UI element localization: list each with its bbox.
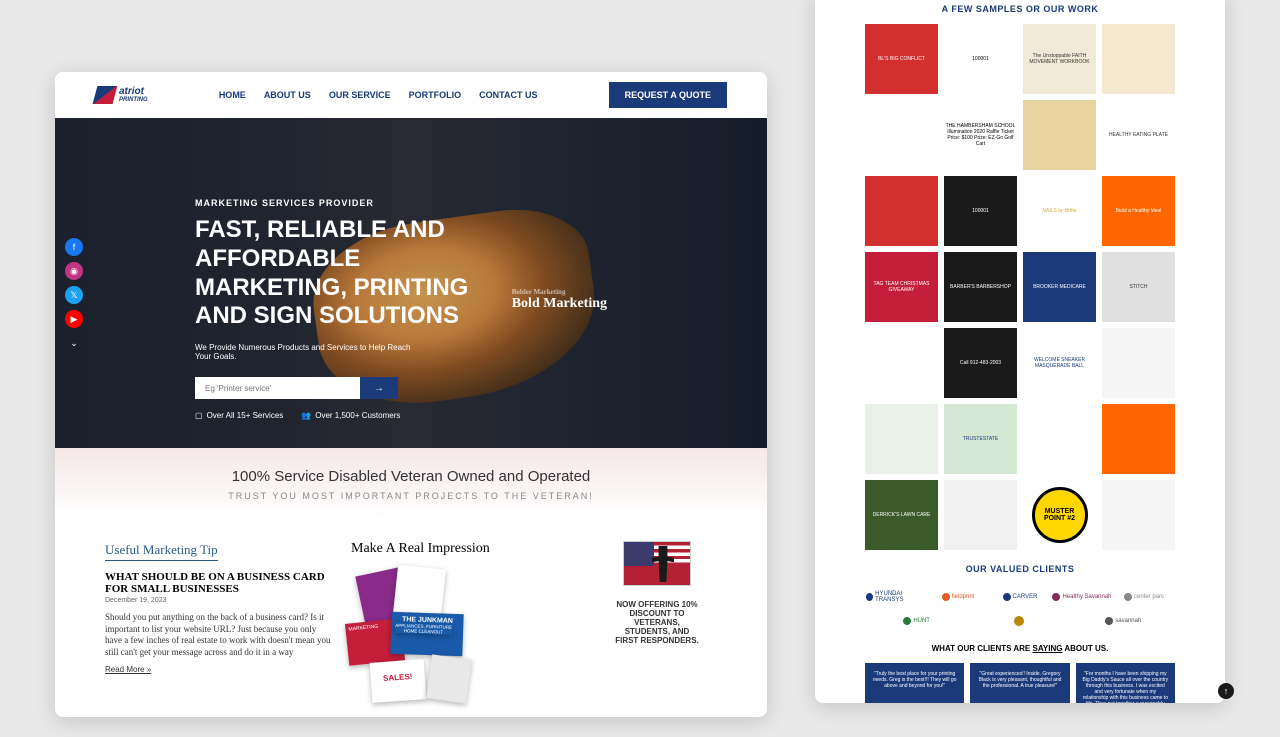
sample-thumb[interactable] xyxy=(865,404,938,474)
top-nav: atriot PRINTING HOME ABOUT US OUR SERVIC… xyxy=(55,72,767,118)
request-quote-button[interactable]: REQUEST A QUOTE xyxy=(609,82,727,108)
sample-thumb[interactable] xyxy=(1023,404,1096,474)
sample-thumb[interactable] xyxy=(944,480,1017,550)
testimonials-row: "Truly the best place for your printing … xyxy=(815,663,1225,703)
sample-thumb[interactable] xyxy=(865,328,938,398)
sample-thumb[interactable] xyxy=(865,100,938,170)
flag-salute-image xyxy=(623,541,691,586)
nav-about[interactable]: ABOUT US xyxy=(264,90,311,100)
promo-col: NOW OFFERING 10% DISCOUNT TO VETERANS, S… xyxy=(597,541,717,715)
samples-title: A FEW SAMPLES OR OUR WORK xyxy=(815,4,1225,14)
client-logo: savannah xyxy=(1093,614,1153,628)
sample-thumb[interactable]: TRUSTESTATE xyxy=(944,404,1017,474)
sample-thumb[interactable] xyxy=(1102,480,1175,550)
logo-mark-icon xyxy=(93,86,118,104)
sample-thumb[interactable]: HEALTHY EATING PLATE xyxy=(1102,100,1175,170)
marketing-tip-col: Useful Marketing Tip WHAT SHOULD BE ON A… xyxy=(105,541,331,715)
client-logo: HYUNDAI TRANSYS xyxy=(866,590,926,604)
testimonial-card: "Great experiences!! Inside. Gregory Bla… xyxy=(970,663,1069,703)
hero-stats: ▢ Over All 15+ Services 👥 Over 1,500+ Cu… xyxy=(195,411,495,420)
impress-heading: Make A Real Impression xyxy=(351,541,577,557)
instagram-icon[interactable]: ◉ xyxy=(65,262,83,280)
logo-text: atriot PRINTING xyxy=(119,87,148,103)
sample-thumb[interactable]: MUSTER POINT #2 xyxy=(1032,487,1088,543)
read-more-link[interactable]: Read More » xyxy=(105,665,151,674)
sample-thumb[interactable]: 100001 xyxy=(944,24,1017,94)
website-hero-card: atriot PRINTING HOME ABOUT US OUR SERVIC… xyxy=(55,72,767,717)
promo-line: NOW OFFERING 10% xyxy=(597,600,717,609)
testimonials-title: WHAT OUR CLIENTS ARE SAYING ABOUT US. xyxy=(815,644,1225,653)
sample-thumb[interactable]: STITCH xyxy=(1102,252,1175,322)
sample-thumb[interactable]: BROOKER MEDICARE xyxy=(1023,252,1096,322)
sample-thumb[interactable]: WELCOME SNEAKER MASQUERADE BALL xyxy=(1023,328,1096,398)
sample-thumb[interactable]: NAILS by Britte xyxy=(1023,176,1096,246)
hero-subtitle: We Provide Numerous Products and Service… xyxy=(195,343,415,361)
arrow-down-icon[interactable]: ⌄ xyxy=(65,334,83,352)
search-button[interactable]: → xyxy=(360,377,398,399)
client-logo: fieldprint xyxy=(928,590,988,604)
stat-customers: 👥 Over 1,500+ Customers xyxy=(301,411,400,420)
hero-section: f ◉ 𝕏 ▶ ⌄ MARKETING SERVICES PROVIDER FA… xyxy=(55,118,767,448)
scroll-top-button[interactable]: ↑ xyxy=(1218,683,1234,699)
client-logo: Healthy Savannah xyxy=(1052,590,1112,604)
testimonial-card: "Truly the best place for your printing … xyxy=(865,663,964,703)
tip-body: Should you put anything on the back of a… xyxy=(105,612,331,659)
sample-thumb[interactable]: BARBER'S BARBERSHOP xyxy=(944,252,1017,322)
clients-logos: HYUNDAI TRANSYSfieldprintCARVERHealthy S… xyxy=(815,584,1225,634)
logo[interactable]: atriot PRINTING xyxy=(95,86,148,104)
promo-line: VETERANS, xyxy=(597,618,717,627)
search-form: → xyxy=(195,377,495,399)
client-logo: center parc xyxy=(1114,590,1174,604)
promo-line: STUDENTS, AND xyxy=(597,627,717,636)
facebook-icon[interactable]: f xyxy=(65,238,83,256)
samples-gallery: BL'S BIG CONFLICT100001The Unstoppable F… xyxy=(815,24,1225,550)
promo-line: DISCOUNT TO xyxy=(597,609,717,618)
sample-thumb[interactable]: The Unstoppable FAITH MOVEMENT WORKBOOK xyxy=(1023,24,1096,94)
website-lower-card: A FEW SAMPLES OR OUR WORK BL'S BIG CONFL… xyxy=(815,0,1225,703)
testimonial-card: "For months I have been shipping my Big … xyxy=(1076,663,1175,703)
veteran-banner: 100% Service Disabled Veteran Owned and … xyxy=(55,448,767,521)
sample-thumb[interactable]: 100001 xyxy=(944,176,1017,246)
clients-title: OUR VALUED CLIENTS xyxy=(815,564,1225,574)
search-input[interactable] xyxy=(195,377,360,399)
hero-title: FAST, RELIABLE AND AFFORDABLE MARKETING,… xyxy=(195,216,495,331)
bold-marketing-overlay: Bolder Marketing Bold Marketing xyxy=(512,288,607,312)
nav-links: HOME ABOUT US OUR SERVICE PORTFOLIO CONT… xyxy=(219,90,538,100)
sample-thumb[interactable]: Build a Healthy Meal xyxy=(1102,176,1175,246)
sample-thumb[interactable]: BL'S BIG CONFLICT xyxy=(865,24,938,94)
nav-service[interactable]: OUR SERVICE xyxy=(329,90,391,100)
nav-home[interactable]: HOME xyxy=(219,90,246,100)
youtube-icon[interactable]: ▶ xyxy=(65,310,83,328)
sample-thumb[interactable] xyxy=(1102,328,1175,398)
hero-content: MARKETING SERVICES PROVIDER FAST, RELIAB… xyxy=(195,198,495,420)
tip-heading: Useful Marketing Tip xyxy=(105,542,218,561)
banner-subtitle: TRUST YOU MOST IMPORTANT PROJECTS TO THE… xyxy=(75,491,747,501)
tip-title: WHAT SHOULD BE ON A BUSINESS CARD FOR SM… xyxy=(105,571,331,595)
banner-title: 100% Service Disabled Veteran Owned and … xyxy=(75,468,747,485)
social-rail: f ◉ 𝕏 ▶ ⌄ xyxy=(65,238,83,352)
sample-thumb[interactable]: TAG TEAM CHRISTMAS GIVEAWAY xyxy=(865,252,938,322)
sample-thumb[interactable]: DERRICK'S LAWN CARE xyxy=(865,480,938,550)
print-collage: MARKETING THE JUNKMANAPPLIANCES, FURNITU… xyxy=(351,565,491,715)
nav-contact[interactable]: CONTACT US xyxy=(479,90,537,100)
client-logo: HUNT xyxy=(887,614,947,628)
sample-thumb[interactable] xyxy=(1023,100,1096,170)
twitter-icon[interactable]: 𝕏 xyxy=(65,286,83,304)
content-row: Useful Marketing Tip WHAT SHOULD BE ON A… xyxy=(55,521,767,717)
client-logo: CARVER xyxy=(990,590,1050,604)
impression-col: Make A Real Impression MARKETING THE JUN… xyxy=(351,541,577,715)
promo-line: FIRST RESPONDERS. xyxy=(597,636,717,645)
sample-thumb[interactable] xyxy=(1102,404,1175,474)
sample-thumb[interactable]: Call 912-483-2003 xyxy=(944,328,1017,398)
tip-date: December 19, 2023 xyxy=(105,597,331,604)
nav-portfolio[interactable]: PORTFOLIO xyxy=(409,90,462,100)
sample-thumb[interactable]: THE HAMBERSHAM SCHOOL Illumination 2020 … xyxy=(944,100,1017,170)
sample-thumb[interactable] xyxy=(865,176,938,246)
client-logo xyxy=(990,614,1050,628)
stat-services: ▢ Over All 15+ Services xyxy=(195,411,283,420)
hero-overline: MARKETING SERVICES PROVIDER xyxy=(195,198,495,208)
sample-thumb[interactable] xyxy=(1102,24,1175,94)
